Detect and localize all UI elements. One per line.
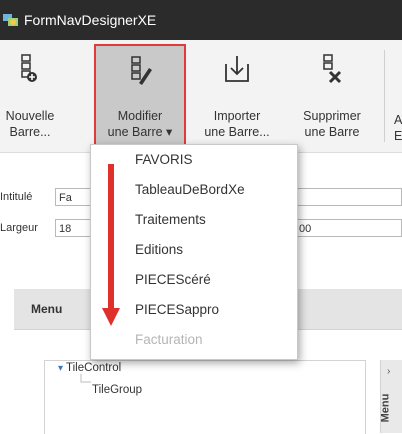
dropdown-item-traitements[interactable]: Traitements: [135, 212, 206, 227]
largeur-label: Largeur: [0, 222, 38, 234]
import-icon: [225, 56, 249, 82]
import-bar-label-2: une Barre...: [204, 125, 270, 139]
expand-chevron-icon[interactable]: ▾: [58, 363, 63, 374]
dropdown-item-facturation: Facturation: [135, 332, 203, 347]
side-tab-label: Menu: [379, 393, 392, 423]
dropdown-item-favoris[interactable]: FAVORIS: [135, 152, 193, 167]
partial-label-1: A: [394, 113, 402, 127]
tree-node-child[interactable]: TileGroup: [92, 384, 142, 396]
title-bar: FormNavDesignerXE: [0, 0, 402, 40]
modify-bar-button[interactable]: Modifier une Barre ▾: [94, 44, 186, 146]
new-bar-label-2: Barre...: [9, 125, 51, 139]
modify-bar-label-2: une Barre ▾: [107, 125, 173, 139]
window-title: FormNavDesignerXE: [24, 12, 157, 28]
new-bar-icon: [21, 54, 37, 82]
app-icon: [3, 14, 18, 26]
ribbon-separator: [384, 50, 385, 142]
ribbon-toolbar: Nouvelle Barre... Modifier une Barre ▾ I…: [0, 40, 402, 153]
import-bar-button[interactable]: Importer une Barre...: [194, 44, 280, 146]
delete-bar-icon: [323, 54, 342, 84]
dropdown-item-piecesappro[interactable]: PIECESappro: [135, 302, 219, 317]
intitule-label: Intitulé: [0, 191, 33, 203]
modify-bar-dropdown: FAVORIS TableauDeBordXe Traitements Edit…: [90, 144, 298, 360]
import-bar-label-1: Importer: [213, 109, 261, 123]
modify-bar-label-1: Modifier: [117, 109, 163, 123]
ribbon-partial-button[interactable]: A E: [394, 112, 402, 144]
side-tab-chevron-icon[interactable]: ›: [387, 366, 390, 377]
menu-panel-title: Menu: [31, 302, 63, 316]
dropdown-item-piecescere[interactable]: PIECEScéré: [135, 272, 211, 287]
partial-label-2: E: [394, 129, 402, 143]
dropdown-item-tableaudebordxe[interactable]: TableauDeBordXe: [135, 182, 245, 197]
tree-node-root-label: TileControl: [66, 362, 122, 374]
new-bar-button[interactable]: Nouvelle Barre...: [0, 44, 60, 146]
second-input[interactable]: 00: [296, 219, 402, 237]
annotation-arrow-head: [102, 308, 120, 326]
modify-bar-icon: [131, 56, 152, 85]
tree-node-child-label: TileGroup: [92, 384, 143, 396]
dropdown-item-editions[interactable]: Editions: [135, 242, 183, 257]
delete-bar-button[interactable]: Supprimer une Barre: [287, 44, 377, 146]
largeur-input[interactable]: 18: [55, 219, 95, 237]
new-bar-label-1: Nouvelle: [5, 109, 55, 123]
side-tab-menu[interactable]: › Menu: [379, 360, 402, 433]
delete-bar-label-1: Supprimer: [303, 109, 361, 123]
tree-connector: [80, 374, 91, 383]
tree-node-root[interactable]: ▾ TileControl: [58, 362, 121, 374]
delete-bar-label-2: une Barre: [304, 125, 360, 139]
annotation-arrow-shaft: [108, 164, 114, 314]
